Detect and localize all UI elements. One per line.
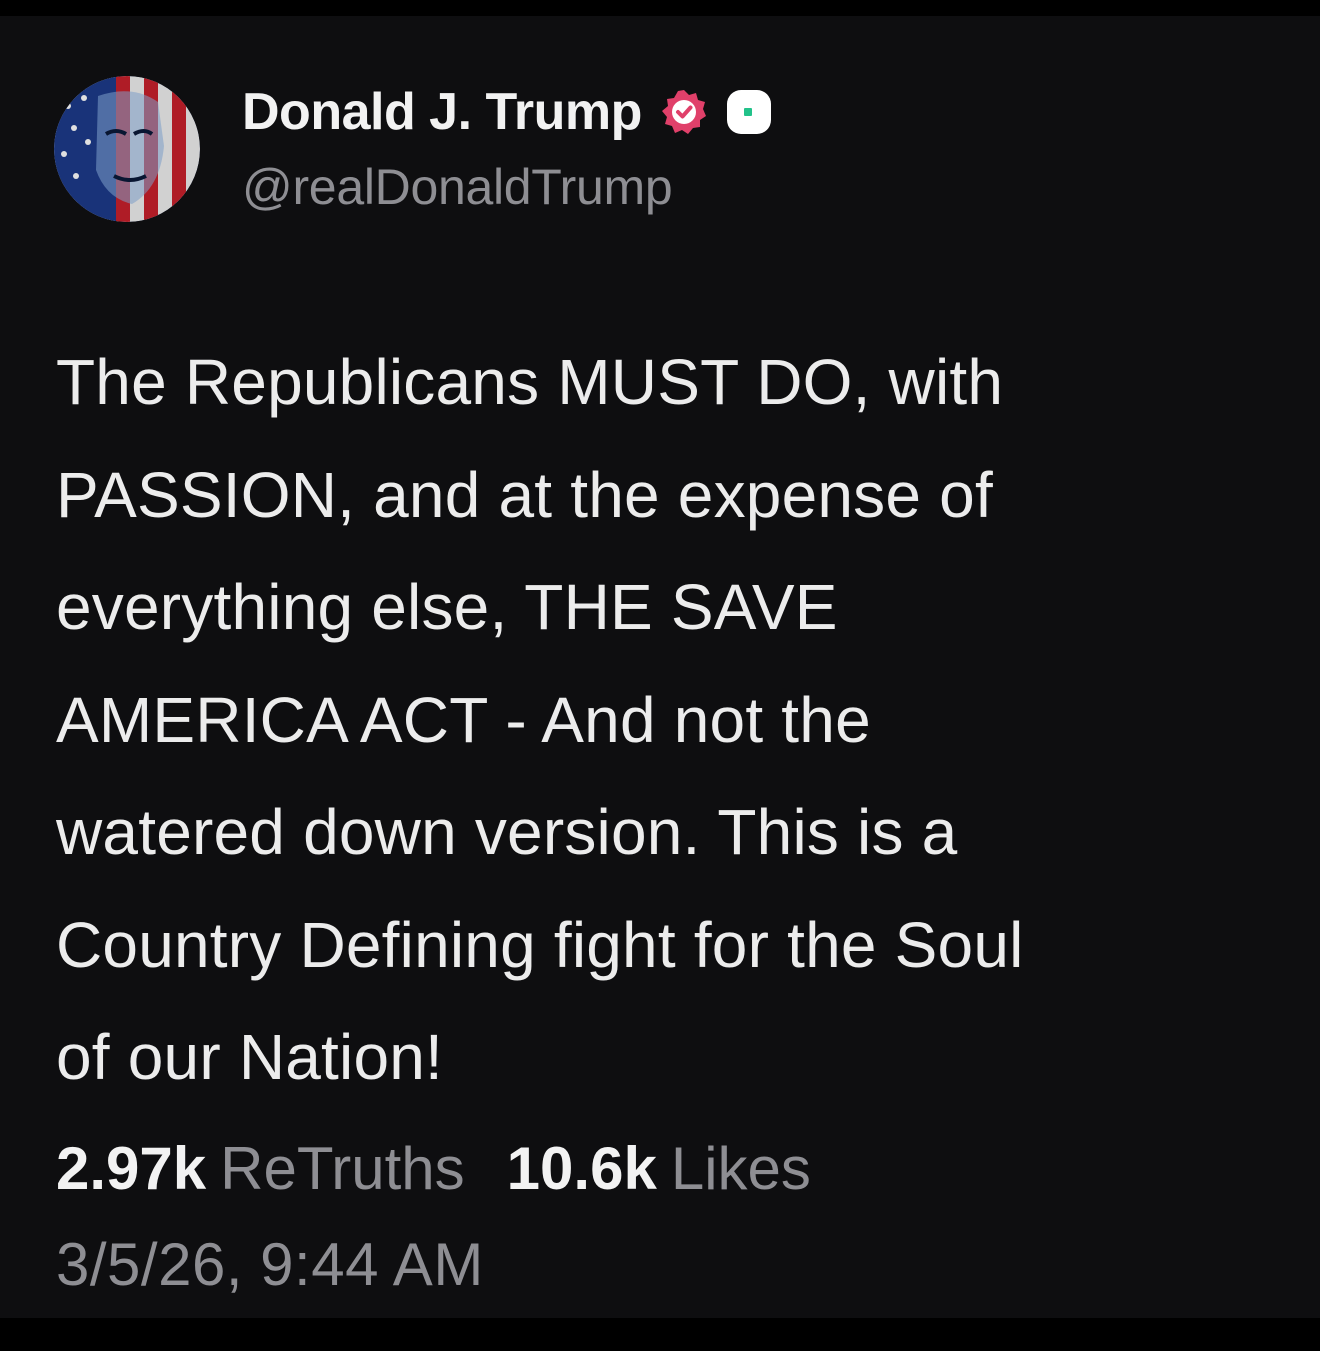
retruths-label: ReTruths — [220, 1135, 465, 1202]
likes-label: Likes — [670, 1135, 811, 1202]
likes-stat[interactable]: 10.6k Likes — [507, 1134, 811, 1203]
status-badge-icon — [724, 87, 774, 137]
author-handle[interactable]: @realDonaldTrump — [242, 158, 774, 216]
author-display-name[interactable]: Donald J. Trump — [242, 82, 642, 142]
post-stats: 2.97k ReTruths 10.6k Likes — [56, 1134, 853, 1203]
retruths-count: 2.97k — [56, 1135, 207, 1202]
avatar-image — [54, 76, 200, 222]
avatar[interactable] — [54, 76, 200, 222]
verified-badge-icon — [660, 88, 708, 136]
retruths-stat[interactable]: 2.97k ReTruths — [56, 1134, 465, 1203]
likes-count: 10.6k — [506, 1135, 657, 1202]
post-text: The Republicans MUST DO, with PASSION, a… — [56, 346, 1024, 1093]
post-timestamp: 3/5/26, 9:44 AM — [56, 1231, 484, 1298]
name-row: Donald J. Trump — [242, 80, 774, 144]
post-header: Donald J. Trump @realDonaldTrump — [54, 76, 774, 222]
post-card: Donald J. Trump @realDonaldTrump The Rep… — [0, 16, 1320, 1318]
author-info: Donald J. Trump @realDonaldTrump — [242, 80, 774, 216]
